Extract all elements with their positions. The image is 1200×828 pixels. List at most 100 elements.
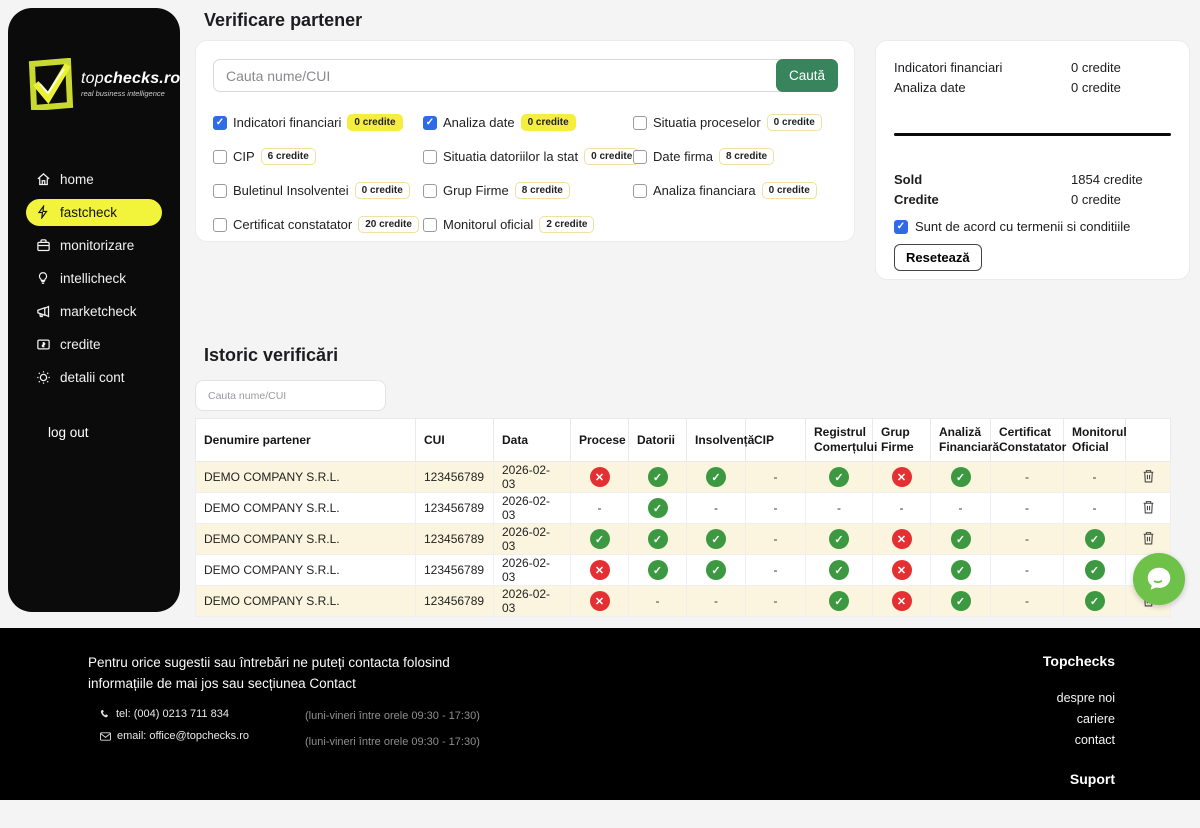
partner-name: DEMO COMPANY S.R.L.: [196, 493, 416, 524]
history-column-header: Datorii: [629, 419, 687, 462]
option-checkbox[interactable]: [633, 150, 647, 164]
history-column-header: Insolvență: [687, 419, 746, 462]
sidebar-item-home[interactable]: home: [26, 166, 162, 193]
check-circle-icon: ✓: [706, 560, 726, 580]
check-circle-icon: ✓: [648, 529, 668, 549]
sidebar-item-detalii-cont[interactable]: detalii cont: [26, 364, 162, 391]
status-dash: -: [774, 563, 778, 577]
search-input[interactable]: [213, 59, 837, 92]
footer-link-contact[interactable]: contact: [1043, 733, 1115, 747]
verificare-card: Caută ✓Indicatori financiari0 credite✓An…: [195, 40, 855, 242]
sidebar-item-credite[interactable]: credite: [26, 331, 162, 358]
sidebar-item-label: detalii cont: [60, 370, 125, 385]
sidebar-item-monitorizare[interactable]: monitorizare: [26, 232, 162, 259]
history-column-header: [1126, 419, 1171, 462]
check-circle-icon: ✓: [648, 560, 668, 580]
footer-hours: (luni-vineri între orele 09:30 - 17:30) …: [305, 708, 480, 760]
banknote-icon: [36, 337, 51, 352]
check-circle-icon: ✓: [951, 467, 971, 487]
option-checkbox[interactable]: [213, 218, 227, 232]
option-checkbox[interactable]: [213, 184, 227, 198]
chat-bubble-icon: [1144, 564, 1174, 594]
delete-row-button[interactable]: [1140, 529, 1157, 550]
check-circle-icon: ✓: [1085, 529, 1105, 549]
option-label: Certificat constatator: [233, 217, 352, 232]
history-search-input[interactable]: [195, 380, 386, 411]
option-label: Indicatori financiari: [233, 115, 341, 130]
summary-card: Indicatori financiari0 credite Analiza d…: [875, 40, 1190, 280]
report-options-grid: ✓Indicatori financiari0 credite✓Analiza …: [213, 114, 837, 233]
terms-checkbox[interactable]: ✓: [894, 220, 908, 234]
check-circle-icon: ✓: [951, 591, 971, 611]
credits-badge: 8 credite: [719, 148, 774, 165]
topchecks-logo-icon: [26, 58, 74, 110]
sidebar-item-fastcheck[interactable]: fastcheck: [26, 199, 162, 226]
footer-link-documente[interactable]: documente: [1043, 807, 1115, 821]
option-checkbox[interactable]: [633, 184, 647, 198]
reset-button[interactable]: Resetează: [894, 244, 982, 271]
status-dash: -: [714, 594, 718, 608]
option-checkbox[interactable]: [423, 150, 437, 164]
logo-tagline: real business intelligence: [81, 90, 180, 98]
status-dash: -: [1025, 594, 1029, 608]
status-dash: -: [1025, 563, 1029, 577]
option-checkbox[interactable]: [423, 184, 437, 198]
report-option: ✓ Indicatori financiari 0 credite: [213, 114, 423, 131]
option-checkbox[interactable]: ✓: [423, 116, 437, 130]
trash-icon: [1142, 502, 1155, 517]
footer-link-despre-noi[interactable]: despre noi: [1043, 691, 1115, 705]
footer-link-cariere[interactable]: cariere: [1043, 712, 1115, 726]
footer: Pentru orice sugestii sau întrebări ne p…: [0, 628, 1200, 800]
status-dash: -: [900, 501, 904, 515]
delete-row-button[interactable]: [1140, 467, 1157, 488]
status-dash: -: [714, 501, 718, 515]
option-label: Grup Firme: [443, 183, 509, 198]
history-column-header: Certificat Constatator: [991, 419, 1064, 462]
report-option: Situatia proceselor0 credite: [633, 114, 839, 131]
delete-row-button[interactable]: [1140, 498, 1157, 519]
footer-phone[interactable]: tel: (004) 0213 711 834: [100, 708, 249, 720]
footer-email[interactable]: email: office@topchecks.ro: [100, 730, 249, 742]
check-circle-icon: ✓: [590, 529, 610, 549]
history-row: DEMO COMPANY S.R.L.1234567892026-02-03✕✓…: [196, 462, 1171, 493]
history-row: DEMO COMPANY S.R.L.1234567892026-02-03✓✓…: [196, 524, 1171, 555]
page-title: Verificare partener: [204, 10, 362, 31]
check-circle-icon: ✓: [1085, 591, 1105, 611]
summary-line: Indicatori financiari0 credite: [894, 60, 1171, 75]
partner-name: DEMO COMPANY S.R.L.: [196, 586, 416, 617]
sold-line: Sold1854 credite: [894, 172, 1171, 187]
footer-message: Pentru orice sugestii sau întrebări ne p…: [88, 653, 468, 695]
status-dash: -: [959, 501, 963, 515]
lightning-icon: [36, 205, 51, 220]
sidebar-item-marketcheck[interactable]: marketcheck: [26, 298, 162, 325]
check-date: 2026-02-03: [494, 493, 571, 524]
logo[interactable]: topchecks.ro real business intelligence: [26, 58, 180, 110]
search-button[interactable]: Caută: [776, 59, 838, 92]
option-checkbox[interactable]: [213, 150, 227, 164]
status-dash: -: [774, 470, 778, 484]
option-checkbox[interactable]: ✓: [213, 116, 227, 130]
cross-circle-icon: ✕: [590, 560, 610, 580]
check-date: 2026-02-03: [494, 524, 571, 555]
report-option: Situatia datoriilor la stat0 credite: [423, 148, 633, 165]
partner-name: DEMO COMPANY S.R.L.: [196, 524, 416, 555]
check-date: 2026-02-03: [494, 586, 571, 617]
credits-badge: 0 credite: [355, 182, 410, 199]
check-circle-icon: ✓: [829, 560, 849, 580]
sidebar-item-label: monitorizare: [60, 238, 134, 253]
chat-widget-button[interactable]: [1133, 553, 1185, 605]
credite-line: Credite0 credite: [894, 192, 1171, 207]
option-checkbox[interactable]: [633, 116, 647, 130]
credits-badge: 0 credite: [347, 114, 402, 131]
history-column-header: CUI: [416, 419, 494, 462]
history-row: DEMO COMPANY S.R.L.1234567892026-02-03-✓…: [196, 493, 1171, 524]
check-circle-icon: ✓: [829, 467, 849, 487]
option-checkbox[interactable]: [423, 218, 437, 232]
logout-link[interactable]: log out: [48, 425, 89, 440]
partner-cui: 123456789: [416, 555, 494, 586]
partner-cui: 123456789: [416, 586, 494, 617]
option-label: Monitorul oficial: [443, 217, 533, 232]
home-icon: [36, 172, 51, 187]
sidebar-item-intellicheck[interactable]: intellicheck: [26, 265, 162, 292]
credits-badge: 20 credite: [358, 216, 419, 233]
